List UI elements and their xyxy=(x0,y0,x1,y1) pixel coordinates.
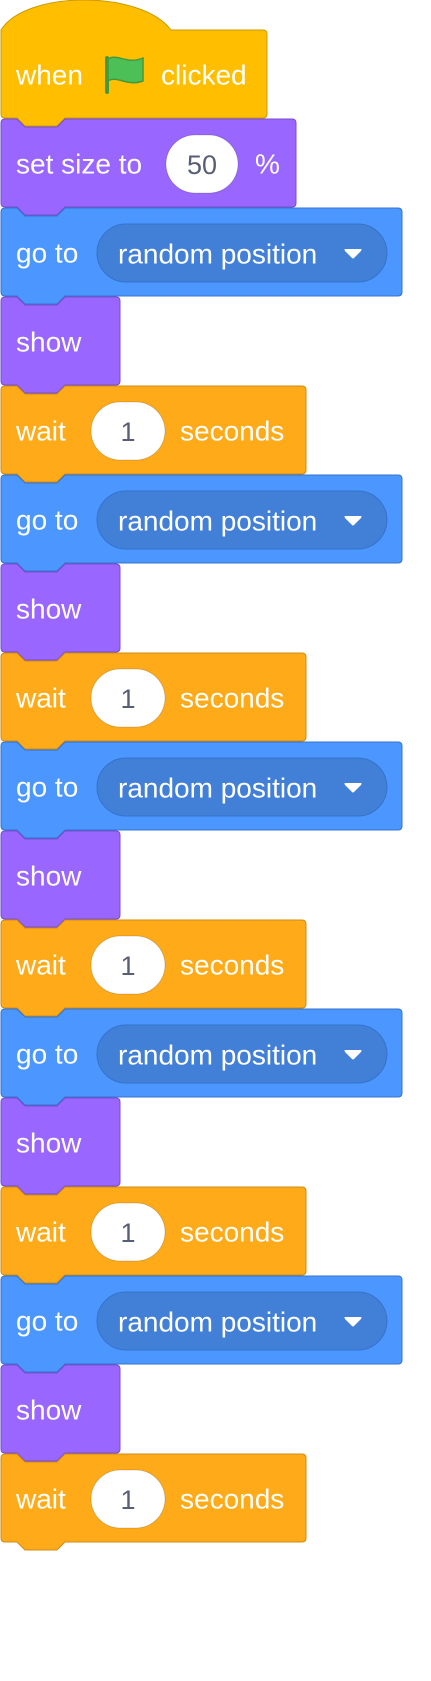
show-label: show xyxy=(16,1128,82,1159)
position-dropdown[interactable]: random position xyxy=(96,1291,388,1351)
wait-seconds-input[interactable]: 1 xyxy=(90,935,166,995)
seconds-label: seconds xyxy=(180,683,284,714)
go-to-label: go to xyxy=(16,772,78,803)
go-to-block[interactable]: go to random position xyxy=(0,1008,403,1108)
go-to-block[interactable]: go to random position xyxy=(0,741,403,841)
set-size-block[interactable]: set size to 50% xyxy=(0,118,297,218)
show-block[interactable]: show xyxy=(0,1364,121,1464)
position-dropdown[interactable]: random position xyxy=(96,757,388,817)
go-to-label: go to xyxy=(16,238,78,269)
wait-block[interactable]: wait 1 seconds xyxy=(0,1453,307,1553)
position-dropdown[interactable]: random position xyxy=(96,223,388,283)
wait-seconds-input-value: 1 xyxy=(120,951,135,981)
wait-seconds-input-value: 1 xyxy=(120,1485,135,1515)
size-input[interactable]: 50 xyxy=(165,134,239,194)
dropdown-value: random position xyxy=(118,1040,317,1071)
go-to-label: go to xyxy=(16,1306,78,1337)
seconds-label: seconds xyxy=(180,950,284,981)
go-to-label: go to xyxy=(16,505,78,536)
wait-label: wait xyxy=(15,950,66,981)
wait-block[interactable]: wait 1 seconds xyxy=(0,1186,307,1286)
wait-seconds-input-value: 1 xyxy=(120,417,135,447)
dropdown-value: random position xyxy=(118,239,317,270)
wait-seconds-input-value: 1 xyxy=(120,1218,135,1248)
when-label: when xyxy=(15,60,83,91)
go-to-label: go to xyxy=(16,1039,78,1070)
go-to-block[interactable]: go to random position xyxy=(0,207,403,307)
clicked-label: clicked xyxy=(161,60,247,91)
show-label: show xyxy=(16,1395,82,1426)
dropdown-value: random position xyxy=(118,773,317,804)
set-size-label: set size to xyxy=(16,149,142,180)
wait-seconds-input[interactable]: 1 xyxy=(90,401,166,461)
wait-seconds-input-value: 1 xyxy=(120,684,135,714)
show-block[interactable]: show xyxy=(0,563,121,663)
show-label: show xyxy=(16,861,82,892)
wait-label: wait xyxy=(15,1484,66,1515)
seconds-label: seconds xyxy=(180,1217,284,1248)
wait-block[interactable]: wait 1 seconds xyxy=(0,652,307,752)
show-block[interactable]: show xyxy=(0,1097,121,1197)
dropdown-value: random position xyxy=(118,506,317,537)
size-input-value: 50 xyxy=(187,150,217,180)
dropdown-value: random position xyxy=(118,1307,317,1338)
wait-block[interactable]: wait 1 seconds xyxy=(0,385,307,485)
script-stack: when clicked set size to 50% go to random pos… xyxy=(0,0,431,1681)
go-to-block[interactable]: go to random position xyxy=(0,474,403,574)
show-block[interactable]: show xyxy=(0,830,121,930)
wait-seconds-input[interactable]: 1 xyxy=(90,1202,166,1262)
wait-label: wait xyxy=(15,683,66,714)
wait-seconds-input[interactable]: 1 xyxy=(90,668,166,728)
show-block[interactable]: show xyxy=(0,296,121,396)
position-dropdown[interactable]: random position xyxy=(96,1024,388,1084)
when-flag-clicked-block[interactable]: when clicked xyxy=(0,0,268,129)
seconds-label: seconds xyxy=(180,416,284,447)
wait-label: wait xyxy=(15,1217,66,1248)
seconds-label: seconds xyxy=(180,1484,284,1515)
wait-seconds-input[interactable]: 1 xyxy=(90,1469,166,1529)
percent-label: % xyxy=(255,149,280,180)
show-label: show xyxy=(16,327,82,358)
wait-label: wait xyxy=(15,416,66,447)
wait-block[interactable]: wait 1 seconds xyxy=(0,919,307,1019)
show-label: show xyxy=(16,594,82,625)
position-dropdown[interactable]: random position xyxy=(96,490,388,550)
go-to-block[interactable]: go to random position xyxy=(0,1275,403,1375)
